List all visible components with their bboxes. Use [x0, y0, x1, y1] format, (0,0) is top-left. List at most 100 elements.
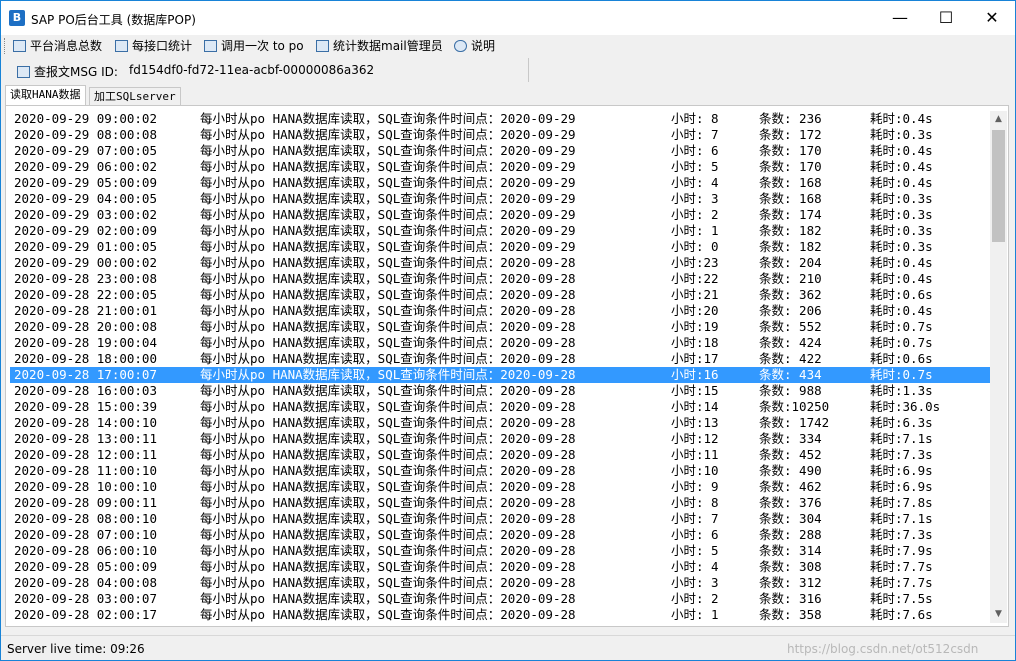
log-row[interactable]: 2020-09-28 23:00:08 每小时从po HANA数据库读取，SQL查… — [10, 271, 990, 287]
log-row[interactable]: 2020-09-28 19:00:04 每小时从po HANA数据库读取，SQL查… — [10, 335, 990, 351]
log-duration: 耗时:7.3s — [870, 447, 933, 462]
log-duration: 耗时:0.3s — [870, 239, 933, 254]
log-row[interactable]: 2020-09-28 11:00:10 每小时从po HANA数据库读取，SQL查… — [10, 463, 990, 479]
log-row[interactable]: 2020-09-28 02:00:17 每小时从po HANA数据库读取，SQL查… — [10, 607, 990, 623]
log-row[interactable]: 2020-09-28 09:00:11 每小时从po HANA数据库读取，SQL查… — [10, 495, 990, 511]
scrollbar-thumb[interactable] — [992, 130, 1005, 242]
log-row[interactable]: 2020-09-29 03:00:02 每小时从po HANA数据库读取，SQL查… — [10, 207, 990, 223]
log-message-text: 每小时从po HANA数据库读取，SQL查询条件时间点： — [200, 319, 501, 334]
log-hour: 小时: 3 — [671, 575, 719, 590]
log-hour: 小时:22 — [671, 271, 719, 286]
log-query-date: 2020-09-28 — [500, 271, 576, 286]
log-row[interactable]: 2020-09-28 05:00:09 每小时从po HANA数据库读取，SQL查… — [10, 559, 990, 575]
log-row[interactable]: 2020-09-28 16:00:03 每小时从po HANA数据库读取，SQL查… — [10, 383, 990, 399]
log-count: 条数: 308 — [759, 559, 822, 574]
log-hour: 小时: 7 — [671, 127, 719, 142]
log-row[interactable]: 2020-09-29 05:00:09 每小时从po HANA数据库读取，SQL查… — [10, 175, 990, 191]
log-count: 条数: 462 — [759, 479, 822, 494]
log-row[interactable]: 2020-09-29 04:00:05 每小时从po HANA数据库读取，SQL查… — [10, 191, 990, 207]
log-row[interactable]: 2020-09-28 04:00:08 每小时从po HANA数据库读取，SQL查… — [10, 575, 990, 591]
msgid-label[interactable]: 查报文MSG ID: — [17, 63, 118, 80]
log-hour: 小时:23 — [671, 255, 719, 270]
log-row[interactable]: 2020-09-29 01:00:05 每小时从po HANA数据库读取，SQL查… — [10, 239, 990, 255]
log-row[interactable]: 2020-09-29 08:00:08 每小时从po HANA数据库读取，SQL查… — [10, 127, 990, 143]
log-message: 每小时从po HANA数据库读取，SQL查询条件时间点：2020-09-29 — [200, 191, 576, 207]
tab-read-hana[interactable]: 读取HANA数据 — [5, 85, 86, 106]
log-row[interactable]: 2020-09-28 07:00:10 每小时从po HANA数据库读取，SQL查… — [10, 527, 990, 543]
log-duration: 耗时:6.9s — [870, 463, 933, 478]
toolbar-item-mail-admin[interactable]: 统计数据mail管理员 — [316, 37, 443, 55]
grid-icon — [115, 40, 128, 52]
log-count: 条数: 174 — [759, 207, 822, 222]
toolbar-grip[interactable] — [4, 38, 7, 54]
log-row[interactable]: 2020-09-28 12:00:11 每小时从po HANA数据库读取，SQL查… — [10, 447, 990, 463]
log-query-date: 2020-09-28 — [500, 447, 576, 462]
status-bar: Server live time: 09:26 https://blog.csd… — [1, 635, 1015, 660]
log-timestamp: 2020-09-29 01:00:05 — [14, 239, 157, 254]
log-message-text: 每小时从po HANA数据库读取，SQL查询条件时间点： — [200, 527, 501, 542]
log-row[interactable]: 2020-09-28 17:00:07 每小时从po HANA数据库读取，SQL查… — [10, 367, 990, 383]
toolbar-item-platform-total[interactable]: 平台消息总数 — [13, 37, 102, 55]
minimize-button[interactable]: — — [877, 1, 923, 35]
log-query-date: 2020-09-29 — [500, 223, 576, 238]
log-message: 每小时从po HANA数据库读取，SQL查询条件时间点：2020-09-28 — [200, 415, 576, 431]
log-query-date: 2020-09-29 — [500, 111, 576, 126]
log-row[interactable]: 2020-09-28 14:00:10 每小时从po HANA数据库读取，SQL查… — [10, 415, 990, 431]
tab-strip: 读取HANA数据 加工SQLserver — [1, 85, 1015, 106]
toolbar-item-label: 说明 — [471, 39, 496, 53]
scroll-up-icon[interactable]: ▲ — [990, 111, 1007, 128]
log-row[interactable]: 2020-09-28 22:00:05 每小时从po HANA数据库读取，SQL查… — [10, 287, 990, 303]
log-row[interactable]: 2020-09-28 03:00:07 每小时从po HANA数据库读取，SQL查… — [10, 591, 990, 607]
log-message: 每小时从po HANA数据库读取，SQL查询条件时间点：2020-09-29 — [200, 143, 576, 159]
log-timestamp: 2020-09-28 11:00:10 — [14, 463, 157, 478]
log-row[interactable]: 2020-09-28 08:00:10 每小时从po HANA数据库读取，SQL查… — [10, 511, 990, 527]
log-row[interactable]: 2020-09-28 10:00:10 每小时从po HANA数据库读取，SQL查… — [10, 479, 990, 495]
msgid-label-text: 查报文MSG ID: — [34, 65, 118, 79]
log-count: 条数: 452 — [759, 447, 822, 462]
log-row[interactable]: 2020-09-29 07:00:05 每小时从po HANA数据库读取，SQL查… — [10, 143, 990, 159]
toolbar-item-per-interface[interactable]: 每接口统计 — [115, 37, 192, 55]
log-query-date: 2020-09-28 — [500, 335, 576, 350]
log-message-text: 每小时从po HANA数据库读取，SQL查询条件时间点： — [200, 511, 501, 526]
log-row[interactable]: 2020-09-29 00:00:02 每小时从po HANA数据库读取，SQL查… — [10, 255, 990, 271]
tab-process-sqlserver[interactable]: 加工SQLserver — [89, 87, 181, 105]
log-count: 条数: 334 — [759, 431, 822, 446]
log-message: 每小时从po HANA数据库读取，SQL查询条件时间点：2020-09-28 — [200, 367, 576, 383]
log-message: 每小时从po HANA数据库读取，SQL查询条件时间点：2020-09-29 — [200, 175, 576, 191]
close-button[interactable]: ✕ — [969, 1, 1015, 35]
log-timestamp: 2020-09-28 23:00:08 — [14, 271, 157, 286]
log-hour: 小时:19 — [671, 319, 719, 334]
msgid-input[interactable]: fd154df0-fd72-11ea-acbf-00000086a362 — [129, 63, 374, 77]
toolbar-item-call-once[interactable]: 调用一次 to po — [204, 37, 304, 55]
log-hour: 小时: 8 — [671, 111, 719, 126]
toolbar-item-help[interactable]: 说明 — [454, 37, 495, 55]
log-query-date: 2020-09-29 — [500, 239, 576, 254]
log-duration: 耗时:0.3s — [870, 223, 933, 238]
log-row[interactable]: 2020-09-28 15:00:39 每小时从po HANA数据库读取，SQL查… — [10, 399, 990, 415]
log-duration: 耗时:6.3s — [870, 415, 933, 430]
log-hour: 小时: 6 — [671, 143, 719, 158]
vertical-scrollbar[interactable]: ▲ ▼ — [990, 111, 1007, 623]
log-list[interactable]: 2020-09-29 09:00:02 每小时从po HANA数据库读取，SQL查… — [10, 111, 990, 623]
log-row[interactable]: 2020-09-28 20:00:08 每小时从po HANA数据库读取，SQL查… — [10, 319, 990, 335]
title-bar[interactable]: B SAP PO后台工具 (数据库POP) — ☐ ✕ — [1, 1, 1015, 35]
log-row[interactable]: 2020-09-29 09:00:02 每小时从po HANA数据库读取，SQL查… — [10, 111, 990, 127]
log-count: 条数: 314 — [759, 543, 822, 558]
log-query-date: 2020-09-28 — [500, 415, 576, 430]
log-timestamp: 2020-09-28 16:00:03 — [14, 383, 157, 398]
log-row[interactable]: 2020-09-28 21:00:01 每小时从po HANA数据库读取，SQL查… — [10, 303, 990, 319]
scroll-down-icon[interactable]: ▼ — [990, 606, 1007, 623]
log-timestamp: 2020-09-28 08:00:10 — [14, 511, 157, 526]
log-message: 每小时从po HANA数据库读取，SQL查询条件时间点：2020-09-28 — [200, 271, 576, 287]
log-duration: 耗时:0.6s — [870, 287, 933, 302]
log-row[interactable]: 2020-09-28 18:00:00 每小时从po HANA数据库读取，SQL查… — [10, 351, 990, 367]
log-hour: 小时:12 — [671, 431, 719, 446]
log-message: 每小时从po HANA数据库读取，SQL查询条件时间点：2020-09-28 — [200, 431, 576, 447]
log-row[interactable]: 2020-09-29 02:00:09 每小时从po HANA数据库读取，SQL查… — [10, 223, 990, 239]
maximize-button[interactable]: ☐ — [923, 1, 969, 35]
log-row[interactable]: 2020-09-28 06:00:10 每小时从po HANA数据库读取，SQL查… — [10, 543, 990, 559]
log-message-text: 每小时从po HANA数据库读取，SQL查询条件时间点： — [200, 399, 501, 414]
log-timestamp: 2020-09-28 10:00:10 — [14, 479, 157, 494]
log-row[interactable]: 2020-09-29 06:00:02 每小时从po HANA数据库读取，SQL查… — [10, 159, 990, 175]
log-row[interactable]: 2020-09-28 13:00:11 每小时从po HANA数据库读取，SQL查… — [10, 431, 990, 447]
